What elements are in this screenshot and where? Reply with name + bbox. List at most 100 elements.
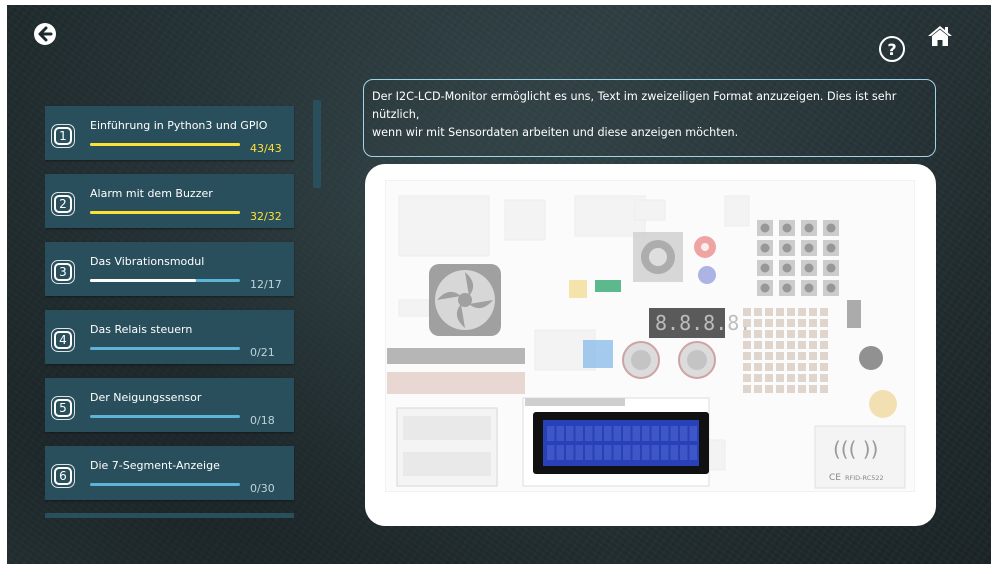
matrix-button-cap bbox=[804, 223, 814, 233]
matrix-led bbox=[787, 374, 795, 382]
help-icon-glyph: ? bbox=[887, 39, 897, 59]
lcd-cell bbox=[651, 426, 659, 441]
lcd-cell bbox=[613, 445, 621, 460]
lcd-cell bbox=[632, 445, 640, 460]
lesson-title: Der Neigungssensor bbox=[90, 391, 202, 404]
segment-display-text: 8.8.8.8. bbox=[655, 311, 751, 335]
lesson-progress-bar bbox=[90, 279, 240, 282]
matrix-button-cap bbox=[826, 243, 836, 253]
lesson-title: Das Vibrationsmodul bbox=[90, 255, 205, 268]
lesson-progress-bar bbox=[90, 415, 240, 418]
potentiometer bbox=[869, 390, 897, 418]
matrix-led bbox=[798, 374, 806, 382]
matrix-led bbox=[765, 374, 773, 382]
matrix-button-cap bbox=[782, 263, 792, 273]
lcd-cell bbox=[556, 426, 564, 441]
lcd-cell bbox=[670, 445, 678, 460]
matrix-led bbox=[820, 330, 828, 338]
home-icon[interactable] bbox=[927, 24, 953, 48]
lcd-cell bbox=[604, 426, 612, 441]
matrix-led bbox=[765, 308, 773, 316]
lcd-cell bbox=[566, 445, 574, 460]
lcd-cell bbox=[642, 445, 650, 460]
matrix-led bbox=[743, 308, 751, 316]
lcd-cell bbox=[680, 445, 688, 460]
lesson-list: 1 Einführung in Python3 und GPIO 43/43 2 Ala… bbox=[45, 100, 295, 518]
lesson-card[interactable]: 1 Einführung in Python3 und GPIO 43/43 bbox=[45, 106, 294, 160]
matrix-led bbox=[809, 319, 817, 327]
lesson-number-icon: 2 bbox=[51, 192, 75, 216]
matrix-button-cap bbox=[782, 223, 792, 233]
lesson-title: Alarm mit dem Buzzer bbox=[90, 187, 213, 200]
lcd-cell bbox=[689, 445, 697, 460]
matrix-led bbox=[754, 319, 762, 327]
matrix-led bbox=[765, 363, 773, 371]
matrix-button-cap bbox=[760, 283, 770, 293]
lesson-number-icon: 3 bbox=[51, 260, 75, 284]
matrix-led bbox=[765, 385, 773, 393]
lcd-cell bbox=[594, 445, 602, 460]
matrix-led bbox=[809, 352, 817, 360]
lcd-cell bbox=[575, 445, 583, 460]
lcd-cell bbox=[566, 426, 574, 441]
lesson-progress-count: 43/43 bbox=[250, 142, 282, 155]
sensor-board-diagram: 8.8.8.8. ((()) CE RFID-RC522 bbox=[385, 180, 915, 492]
back-arrow-icon[interactable] bbox=[34, 23, 56, 45]
lesson-card[interactable]: 6 Die 7-Segment-Anzeige 0/30 bbox=[45, 446, 294, 500]
matrix-button-cap bbox=[826, 263, 836, 273]
lesson-progress-count: 32/32 bbox=[250, 210, 282, 223]
lesson-card[interactable]: 4 Das Relais steuern 0/21 bbox=[45, 310, 294, 364]
matrix-led bbox=[798, 308, 806, 316]
board-illustration-card: 8.8.8.8. ((()) CE RFID-RC522 bbox=[365, 164, 936, 526]
vibration-motor bbox=[859, 346, 883, 370]
lesson-progress-bar bbox=[90, 347, 240, 350]
matrix-led bbox=[820, 385, 828, 393]
matrix-led bbox=[809, 308, 817, 316]
led-module bbox=[569, 280, 587, 298]
matrix-led bbox=[798, 330, 806, 338]
description-line-2: wenn wir mit Sensordaten arbeiten und di… bbox=[372, 126, 739, 139]
matrix-button-cap bbox=[760, 223, 770, 233]
lcd-cell bbox=[556, 445, 564, 460]
lcd-cell bbox=[623, 445, 631, 460]
matrix-led bbox=[809, 363, 817, 371]
matrix-led bbox=[776, 385, 784, 393]
lcd-cell bbox=[661, 445, 669, 460]
matrix-button-cap bbox=[804, 243, 814, 253]
lcd-cell bbox=[575, 426, 583, 441]
lcd-cell bbox=[680, 426, 688, 441]
svg-text:((( )): ((( )) bbox=[833, 437, 878, 461]
lesson-card-partial[interactable] bbox=[45, 513, 294, 518]
matrix-led bbox=[798, 352, 806, 360]
lesson-list-scrollbar[interactable] bbox=[313, 100, 321, 188]
matrix-led bbox=[754, 308, 762, 316]
matrix-led bbox=[798, 385, 806, 393]
help-icon[interactable]: ? bbox=[879, 36, 905, 62]
matrix-led bbox=[820, 374, 828, 382]
matrix-led bbox=[787, 385, 795, 393]
matrix-button-cap bbox=[826, 223, 836, 233]
matrix-led bbox=[765, 341, 773, 349]
matrix-led bbox=[754, 363, 762, 371]
lesson-card[interactable]: 5 Der Neigungssensor 0/18 bbox=[45, 378, 294, 432]
lcd-monitor bbox=[522, 397, 710, 487]
dht-sensor bbox=[583, 340, 613, 368]
matrix-led bbox=[776, 363, 784, 371]
matrix-led bbox=[743, 319, 751, 327]
lesson-card[interactable]: 3 Das Vibrationsmodul 12/17 bbox=[45, 242, 294, 296]
lcd-cell bbox=[585, 445, 593, 460]
matrix-led bbox=[798, 319, 806, 327]
lesson-card[interactable]: 2 Alarm mit dem Buzzer 32/32 bbox=[45, 174, 294, 228]
matrix-led bbox=[820, 319, 828, 327]
lesson-progress-bar bbox=[90, 211, 240, 214]
matrix-led bbox=[809, 385, 817, 393]
matrix-led bbox=[776, 374, 784, 382]
lesson-progress-count: 0/30 bbox=[250, 482, 275, 495]
matrix-led bbox=[787, 330, 795, 338]
matrix-led bbox=[809, 341, 817, 349]
matrix-led bbox=[776, 319, 784, 327]
matrix-led bbox=[743, 363, 751, 371]
matrix-button-cap bbox=[782, 243, 792, 253]
matrix-led bbox=[743, 330, 751, 338]
matrix-led bbox=[820, 352, 828, 360]
